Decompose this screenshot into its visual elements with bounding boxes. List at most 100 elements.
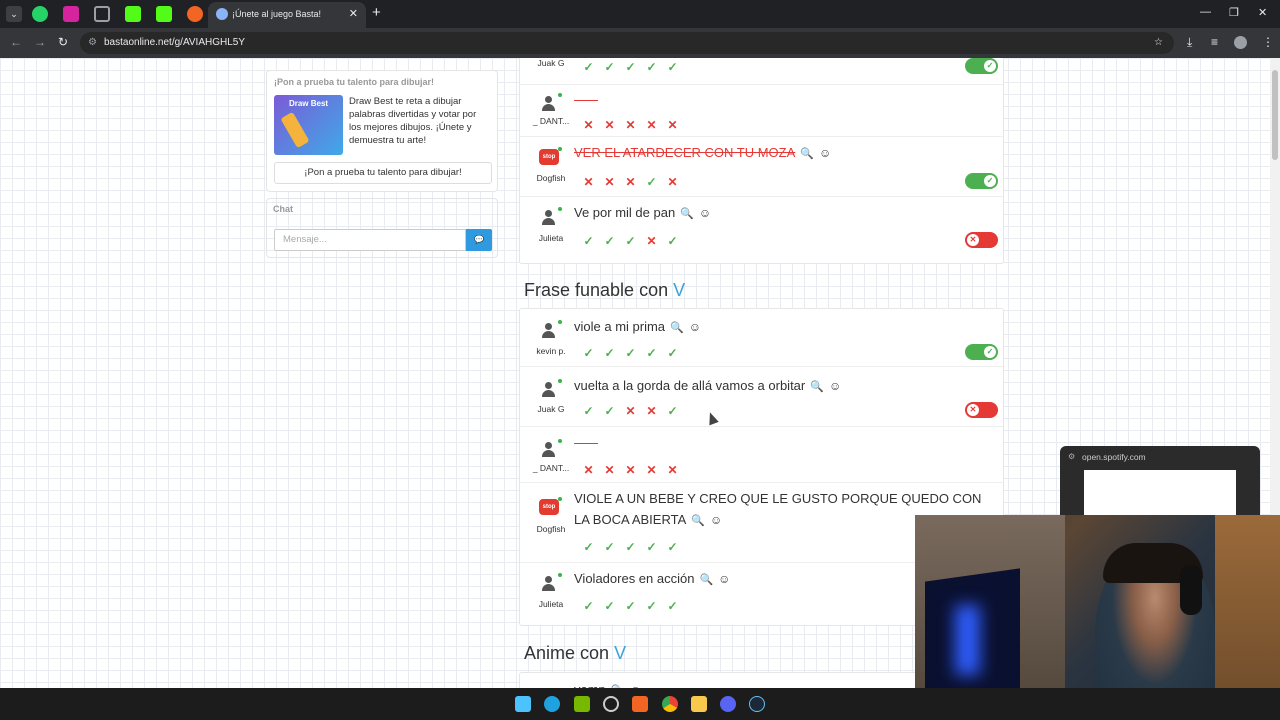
vote-ok-icon[interactable]: ✓ <box>620 346 641 360</box>
forward-icon[interactable]: → <box>34 35 46 49</box>
streaming-tab-icon[interactable] <box>187 6 203 22</box>
emoji-icon[interactable]: ☺ <box>689 320 701 334</box>
vote-no-icon[interactable]: ✕ <box>620 463 641 477</box>
file-explorer-icon[interactable] <box>691 696 707 712</box>
vote-no-icon[interactable]: ✕ <box>599 118 620 132</box>
emoji-icon[interactable]: ☺ <box>829 379 841 393</box>
minimize-button[interactable]: — <box>1200 6 1211 18</box>
search-icon[interactable]: 🔍 <box>699 574 713 586</box>
vote-ok-icon[interactable]: ✓ <box>578 346 599 360</box>
maximize-button[interactable]: ❐ <box>1229 6 1239 19</box>
vote-ok-icon[interactable]: ✓ <box>578 234 599 248</box>
promo-button[interactable]: ¡Pon a prueba tu talento para dibujar! <box>274 162 492 184</box>
vote-ok-icon[interactable]: ✓ <box>599 346 620 360</box>
vote-no-icon[interactable]: ✕ <box>641 118 662 132</box>
vote-ok-icon[interactable]: ✓ <box>578 599 599 613</box>
pip-settings-icon[interactable]: ⚙ <box>1068 452 1075 461</box>
bookmark-star-icon[interactable]: ☆ <box>1154 37 1163 48</box>
instagram-tab-icon[interactable] <box>63 6 79 22</box>
search-icon[interactable]: 🔍 <box>810 381 824 393</box>
vote-ok-icon[interactable]: ✓ <box>641 599 662 613</box>
back-icon[interactable]: ← <box>10 35 22 49</box>
site-info-icon[interactable]: ⚙ <box>88 37 97 48</box>
discord-icon[interactable] <box>720 696 736 712</box>
scroll-thumb[interactable] <box>1272 70 1278 160</box>
chrome-icon[interactable] <box>662 696 678 712</box>
tab-active[interactable]: ¡Únete al juego Basta! ✕ <box>208 2 366 28</box>
validity-toggle[interactable]: ✕ <box>965 402 998 418</box>
profile-avatar[interactable] <box>1234 36 1247 49</box>
vote-no-icon[interactable]: ✕ <box>662 463 683 477</box>
vote-no-icon[interactable]: ✕ <box>620 118 641 132</box>
emoji-icon[interactable]: ☺ <box>718 572 730 586</box>
reload-icon[interactable]: ↻ <box>58 35 68 49</box>
streaming-app-icon[interactable] <box>632 696 648 712</box>
vote-no-icon[interactable]: ✕ <box>641 463 662 477</box>
vote-no-icon[interactable]: ✕ <box>599 463 620 477</box>
validity-toggle[interactable]: ✓ <box>965 58 998 74</box>
steam-icon[interactable] <box>749 696 765 712</box>
validity-toggle[interactable]: ✕ <box>965 232 998 248</box>
vote-ok-icon[interactable]: ✓ <box>662 346 683 360</box>
vote-no-icon[interactable]: ✕ <box>578 118 599 132</box>
vote-no-icon[interactable]: ✕ <box>599 175 620 189</box>
chat-send-button[interactable]: 💬 <box>466 229 492 251</box>
emoji-icon[interactable]: ☺ <box>819 143 831 164</box>
tab-list-icon[interactable]: ⌄ <box>6 6 22 22</box>
kick-tab-icon-2[interactable] <box>156 6 172 22</box>
vote-no-icon[interactable]: ✕ <box>578 463 599 477</box>
search-icon[interactable]: 🔍 <box>680 208 694 220</box>
draw-best-image[interactable]: Draw Best <box>274 95 343 155</box>
vote-no-icon[interactable]: ✕ <box>662 118 683 132</box>
vote-ok-icon[interactable]: ✓ <box>641 175 662 189</box>
vote-ok-icon[interactable]: ✓ <box>599 234 620 248</box>
settings-gear-icon[interactable] <box>603 696 619 712</box>
download-icon[interactable]: ⤓ <box>1187 35 1192 50</box>
emoji-icon[interactable]: ☺ <box>710 513 722 527</box>
vote-ok-icon[interactable]: ✓ <box>662 599 683 613</box>
address-bar[interactable]: ⚙ bastaonline.net/g/AVIAHGHL5Y ☆ <box>80 32 1174 54</box>
vote-no-icon[interactable]: ✕ <box>620 404 641 418</box>
validity-toggle[interactable]: ✓ <box>965 173 998 189</box>
reading-list-icon[interactable]: ≡ <box>1211 35 1218 49</box>
kick-tab-icon[interactable] <box>125 6 141 22</box>
vote-ok-icon[interactable]: ✓ <box>620 60 641 74</box>
new-tab-button[interactable]: + <box>372 4 381 21</box>
vote-ok-icon[interactable]: ✓ <box>599 540 620 554</box>
spotify-pip-window[interactable]: ⚙ open.spotify.com <box>1060 446 1260 526</box>
vote-no-icon[interactable]: ✕ <box>662 175 683 189</box>
emoji-icon[interactable]: ☺ <box>699 206 711 220</box>
search-icon[interactable]: 🔍 <box>670 322 684 334</box>
chat-message-input[interactable]: Mensaje... <box>274 229 466 251</box>
windows-start-icon[interactable] <box>515 696 531 712</box>
vote-no-icon[interactable]: ✕ <box>578 175 599 189</box>
vote-ok-icon[interactable]: ✓ <box>662 404 683 418</box>
vote-ok-icon[interactable]: ✓ <box>641 346 662 360</box>
vote-ok-icon[interactable]: ✓ <box>599 599 620 613</box>
vote-no-icon[interactable]: ✕ <box>641 404 662 418</box>
vote-ok-icon[interactable]: ✓ <box>641 540 662 554</box>
whatsapp-tab-icon[interactable] <box>32 6 48 22</box>
vote-ok-icon[interactable]: ✓ <box>662 540 683 554</box>
close-window-button[interactable]: ✕ <box>1258 6 1267 19</box>
vote-no-icon[interactable]: ✕ <box>620 175 641 189</box>
tab-close-icon[interactable]: ✕ <box>349 7 358 20</box>
nvidia-icon[interactable] <box>574 696 590 712</box>
search-icon[interactable]: 🔍 <box>800 144 814 165</box>
search-icon[interactable]: 🔍 <box>691 515 705 527</box>
vote-ok-icon[interactable]: ✓ <box>620 234 641 248</box>
dashboard-tab-icon[interactable] <box>94 6 110 22</box>
vote-ok-icon[interactable]: ✓ <box>662 60 683 74</box>
vote-ok-icon[interactable]: ✓ <box>578 540 599 554</box>
vote-ok-icon[interactable]: ✓ <box>620 540 641 554</box>
vote-ok-icon[interactable]: ✓ <box>578 404 599 418</box>
validity-toggle[interactable]: ✓ <box>965 344 998 360</box>
vote-no-icon[interactable]: ✕ <box>641 234 662 248</box>
menu-icon[interactable]: ⋮ <box>1262 35 1274 49</box>
vote-ok-icon[interactable]: ✓ <box>641 60 662 74</box>
vote-ok-icon[interactable]: ✓ <box>599 404 620 418</box>
vote-ok-icon[interactable]: ✓ <box>578 60 599 74</box>
vote-ok-icon[interactable]: ✓ <box>662 234 683 248</box>
vote-ok-icon[interactable]: ✓ <box>620 599 641 613</box>
vote-ok-icon[interactable]: ✓ <box>599 60 620 74</box>
